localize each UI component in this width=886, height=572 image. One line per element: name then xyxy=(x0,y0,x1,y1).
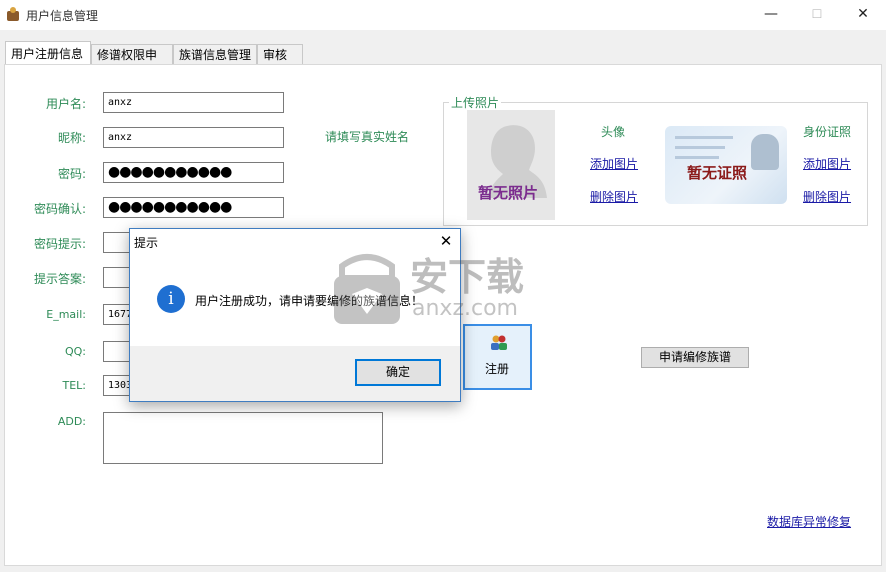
hint-answer-label: 提示答案: xyxy=(33,272,86,286)
avatar-add-picture-link[interactable]: 添加图片 xyxy=(590,155,638,172)
maximize-button[interactable]: ☐ xyxy=(794,0,840,30)
title-bar: 用户信息管理 — ☐ ✕ xyxy=(0,0,886,30)
watermark-domain: anxz.com xyxy=(412,296,518,321)
dialog-title: 提示 xyxy=(134,236,159,250)
tel-label: TEL: xyxy=(62,379,86,392)
id-card-line xyxy=(675,156,719,159)
nickname-input[interactable]: anxz xyxy=(103,127,284,148)
avatar-placeholder-text: 暂无照片 xyxy=(478,184,539,202)
username-input[interactable]: anxz xyxy=(103,92,284,113)
register-button-label: 注册 xyxy=(485,362,510,376)
id-card-image[interactable]: 暂无证照 xyxy=(665,126,787,204)
email-label: E_mail: xyxy=(46,308,86,321)
apply-edit-genealogy-button[interactable]: 申请编修族谱 xyxy=(641,347,749,368)
tab-user-registration[interactable]: 用户注册信息 xyxy=(5,41,91,65)
id-add-picture-link[interactable]: 添加图片 xyxy=(803,155,851,172)
watermark: 安下载 anxz.com xyxy=(332,244,562,328)
tab-review[interactable]: 审核 xyxy=(257,44,303,64)
minimize-button[interactable]: — xyxy=(748,0,794,30)
avatar-delete-picture-link[interactable]: 删除图片 xyxy=(590,188,638,205)
id-card-line xyxy=(675,136,733,139)
username-label: 用户名: xyxy=(45,97,86,111)
id-card-placeholder-text: 暂无证照 xyxy=(687,164,748,182)
id-card-line xyxy=(675,146,725,149)
real-name-hint: 请填写真实姓名 xyxy=(325,130,410,144)
register-button[interactable]: 注册 xyxy=(463,324,532,390)
password-confirm-label: 密码确认: xyxy=(33,202,86,216)
password-hint-label: 密码提示: xyxy=(33,237,86,251)
photo-group-title: 上传照片 xyxy=(449,94,502,111)
id-photo-title: 身份证照 xyxy=(803,125,852,139)
watermark-brand: 安下载 xyxy=(410,255,525,299)
id-delete-picture-link[interactable]: 删除图片 xyxy=(803,188,851,205)
tab-genealogy-management[interactable]: 族谱信息管理 xyxy=(173,44,257,64)
address-label: ADD: xyxy=(57,415,86,428)
qq-label: QQ: xyxy=(64,345,86,358)
window-title: 用户信息管理 xyxy=(26,9,99,23)
info-icon: i xyxy=(157,285,185,313)
address-textarea[interactable] xyxy=(103,412,383,464)
database-repair-link[interactable]: 数据库异常修复 xyxy=(767,513,851,530)
avatar-title: 头像 xyxy=(601,125,626,139)
close-button[interactable]: ✕ xyxy=(840,0,886,30)
password-label: 密码: xyxy=(57,167,86,181)
password-confirm-input[interactable]: ●●●●●●●●●●● xyxy=(103,197,284,218)
id-card-portrait xyxy=(751,134,779,170)
tab-edit-permission[interactable]: 修谱权限申请 xyxy=(91,44,173,82)
ok-button[interactable]: 确定 xyxy=(355,359,441,386)
password-input[interactable]: ●●●●●●●●●●● xyxy=(103,162,284,183)
shield-lock-icon xyxy=(334,254,400,324)
avatar-image[interactable]: 暂无照片 xyxy=(467,110,555,220)
app-icon xyxy=(7,7,19,21)
nickname-label: 昵称: xyxy=(57,131,86,145)
users-icon xyxy=(491,335,507,350)
